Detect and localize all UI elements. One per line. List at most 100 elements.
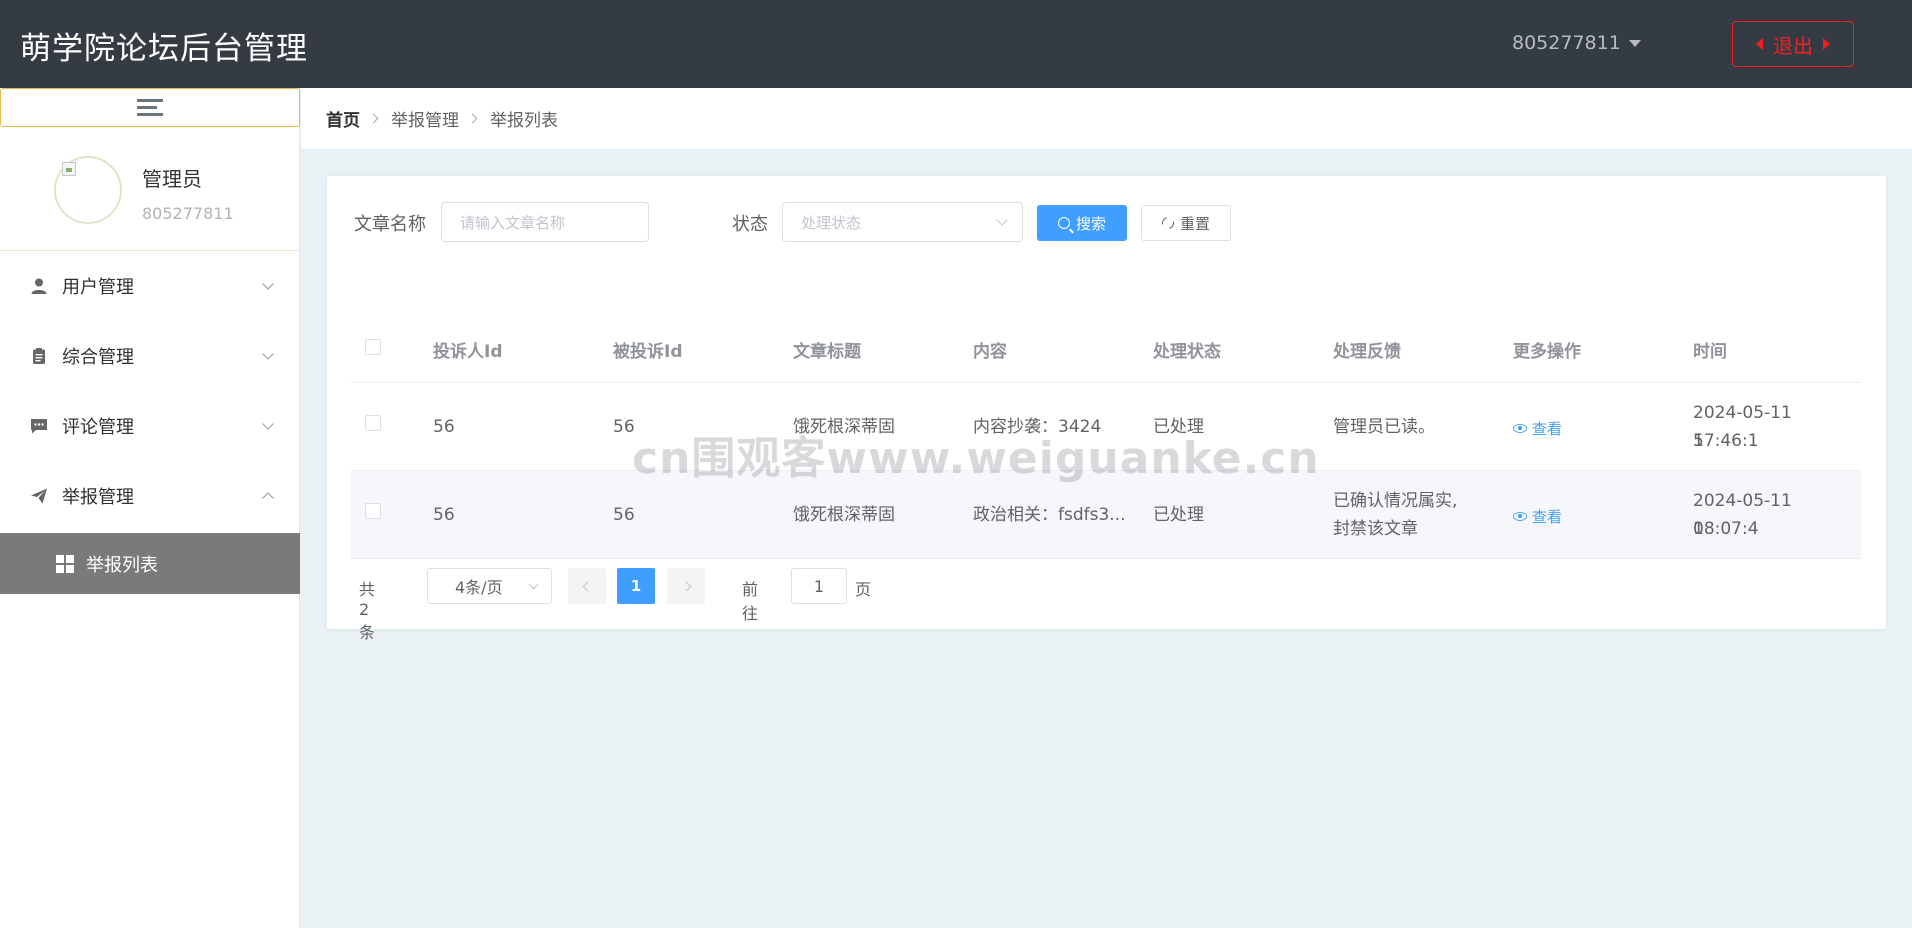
- row-checkbox[interactable]: [365, 415, 381, 431]
- breadcrumb: 首页 举报管理 举报列表: [301, 88, 1912, 150]
- column-header-article-title: 文章标题: [793, 342, 861, 362]
- sidebar-menu: 用户管理 综合管理 评论管理 举报管理: [0, 251, 300, 531]
- column-header-reporter-id: 投诉人Id: [433, 342, 503, 362]
- top-header: 萌学院论坛后台管理 805277811 退出: [0, 0, 1912, 88]
- cell-reported-id: 56: [613, 417, 635, 437]
- chevron-down-icon: [528, 579, 539, 590]
- status-select-placeholder: 处理状态: [801, 213, 862, 232]
- cell-reported-id: 56: [613, 505, 635, 525]
- cell-feedback-line2: 封禁该文章: [1333, 519, 1418, 539]
- column-header-status: 处理状态: [1153, 342, 1221, 362]
- sidebar: 管理员 805277811 用户管理 综合管理 评论管理 举报管理 举报列表: [0, 88, 300, 928]
- user-dropdown[interactable]: 805277811: [1512, 32, 1641, 54]
- next-page-button[interactable]: [667, 568, 705, 604]
- username-label: 805277811: [1512, 32, 1621, 54]
- report-list-card: 文章名称 请输入文章名称 状态 处理状态 搜索 重置 投诉人Id 被投诉Id 文…: [326, 175, 1887, 642]
- chevron-down-icon: [262, 418, 274, 430]
- cell-time-line1: 2024-05-11 17:46:1: [1693, 403, 1792, 451]
- cell-reporter-id: 56: [433, 417, 455, 437]
- view-button[interactable]: 查看: [1513, 506, 1562, 527]
- cell-article-title: 饿死根深蒂固: [793, 505, 895, 525]
- chevron-left-icon: [582, 581, 592, 591]
- cell-reporter-id: 56: [433, 505, 455, 525]
- sidebar-collapse-button[interactable]: [0, 88, 300, 127]
- chevron-right-icon: [368, 113, 379, 124]
- select-all-checkbox[interactable]: [365, 339, 381, 355]
- sidebar-subitem-report-list[interactable]: 举报列表: [0, 533, 300, 594]
- chevron-down-icon: [262, 348, 274, 360]
- search-button-label: 搜索: [1075, 214, 1106, 233]
- column-header-time: 时间: [1693, 342, 1727, 362]
- cell-feedback-line1: 已确认情况属实,: [1333, 491, 1458, 511]
- view-button-label: 查看: [1532, 508, 1563, 526]
- page-size-value: 4条/页: [455, 578, 503, 597]
- profile-role: 管理员: [142, 167, 202, 191]
- cell-status: 已处理: [1153, 417, 1204, 437]
- refresh-icon: [1159, 214, 1177, 232]
- article-name-input[interactable]: 请输入文章名称: [441, 202, 649, 242]
- cell-status: 已处理: [1153, 505, 1204, 525]
- caret-right-icon: [1823, 38, 1830, 50]
- avatar: [54, 156, 122, 224]
- user-profile: 管理员 805277811: [0, 127, 300, 251]
- row-checkbox[interactable]: [365, 503, 381, 519]
- view-button[interactable]: 查看: [1513, 418, 1562, 439]
- reset-button-label: 重置: [1179, 214, 1210, 233]
- send-icon: [31, 488, 47, 504]
- grid-icon: [56, 555, 74, 573]
- search-button[interactable]: 搜索: [1037, 205, 1127, 241]
- comment-icon: [31, 419, 47, 434]
- app-title: 萌学院论坛后台管理: [20, 31, 308, 67]
- cell-content: 内容抄袭：3424: [973, 417, 1102, 437]
- sidebar-item-report-management[interactable]: 举报管理: [0, 461, 300, 531]
- cell-content: 政治相关：fsdfs3...: [973, 505, 1126, 525]
- goto-page-input[interactable]: 1: [791, 568, 847, 604]
- breadcrumb-report-management: 举报管理: [391, 111, 459, 131]
- eye-icon: [1513, 512, 1527, 521]
- eye-icon: [1513, 424, 1527, 433]
- sidebar-item-general-management[interactable]: 综合管理: [0, 321, 300, 391]
- page-size-select[interactable]: 4条/页: [427, 568, 552, 604]
- pagination-total: 共 2 条: [359, 580, 376, 642]
- column-header-reported-id: 被投诉Id: [613, 342, 683, 362]
- sidebar-item-label: 评论管理: [62, 417, 134, 438]
- report-table: 投诉人Id 被投诉Id 文章标题 内容 处理状态 处理反馈 更多操作 时间 56…: [351, 286, 1861, 559]
- sidebar-item-comment-management[interactable]: 评论管理: [0, 391, 300, 461]
- chevron-down-icon: [996, 214, 1008, 226]
- logout-button[interactable]: 退出: [1732, 21, 1854, 67]
- chevron-right-icon: [467, 113, 478, 124]
- page-number-1[interactable]: 1: [617, 568, 655, 604]
- sidebar-item-label: 举报管理: [62, 487, 134, 508]
- chevron-right-icon: [681, 581, 691, 591]
- breadcrumb-report-list: 举报列表: [490, 111, 558, 131]
- clipboard-icon: [33, 348, 45, 364]
- table-header: 投诉人Id 被投诉Id 文章标题 内容 处理状态 处理反馈 更多操作 时间: [351, 286, 1861, 383]
- cell-article-title: 饿死根深蒂固: [793, 417, 895, 437]
- column-header-actions: 更多操作: [1513, 342, 1581, 362]
- breadcrumb-home[interactable]: 首页: [326, 106, 360, 131]
- goto-label: 前往: [742, 580, 759, 623]
- cell-time-line2: 0: [1693, 519, 1704, 539]
- sidebar-subitem-label: 举报列表: [86, 554, 158, 576]
- cell-time-line2: 5: [1693, 431, 1704, 451]
- prev-page-button[interactable]: [568, 568, 606, 604]
- table-row: 56 56 饿死根深蒂固 内容抄袭：3424 已处理 管理员已读。 查看 202…: [351, 383, 1861, 471]
- chevron-down-icon: [262, 278, 274, 290]
- profile-id: 805277811: [142, 204, 234, 223]
- goto-unit-label: 页: [855, 580, 872, 599]
- status-select[interactable]: 处理状态: [782, 202, 1023, 242]
- user-icon: [31, 278, 47, 294]
- caret-left-icon: [1756, 38, 1763, 50]
- status-label: 状态: [732, 214, 768, 235]
- chevron-up-icon: [262, 492, 274, 504]
- cell-time-line1: 2024-05-11 18:07:4: [1693, 491, 1792, 539]
- menu-fold-icon: [137, 99, 163, 116]
- search-icon: [1057, 217, 1070, 229]
- caret-down-icon: [1628, 40, 1641, 47]
- view-button-label: 查看: [1532, 420, 1563, 438]
- sidebar-item-user-management[interactable]: 用户管理: [0, 251, 300, 321]
- cell-feedback: 管理员已读。: [1333, 417, 1435, 437]
- reset-button[interactable]: 重置: [1141, 205, 1231, 241]
- article-name-label: 文章名称: [354, 214, 426, 235]
- sidebar-item-label: 用户管理: [62, 277, 134, 298]
